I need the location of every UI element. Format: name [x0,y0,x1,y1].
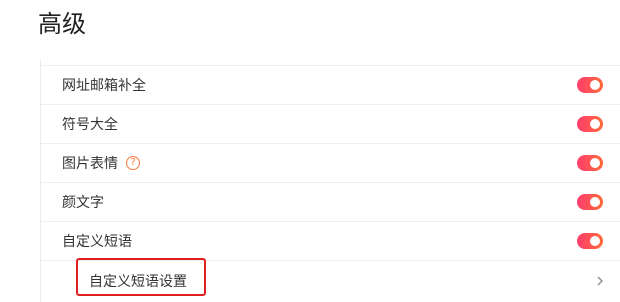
image-emoji-toggle[interactable] [577,155,603,171]
help-icon[interactable]: ? [126,156,140,170]
setting-row-custom-phrases: 自定义短语 [41,221,620,260]
setting-row-image-emoji: 图片表情 ? [41,143,620,182]
settings-panel: 网址邮箱补全 符号大全 图片表情 ? 颜文字 自定义短语 自定义短语设置 [40,60,620,302]
chevron-right-icon [597,276,603,285]
setting-label: 符号大全 [62,117,118,133]
symbols-toggle[interactable] [577,116,603,132]
custom-phrases-toggle[interactable] [577,233,603,249]
page-title: 高级 [38,10,86,38]
setting-label: 自定义短语 [62,234,132,250]
kaomoji-toggle[interactable] [577,194,603,210]
setting-row-symbols: 符号大全 [41,104,620,143]
custom-phrases-settings-link[interactable]: 自定义短语设置 [41,260,620,300]
setting-row-url-email-completion: 网址邮箱补全 [41,65,620,104]
setting-label: 颜文字 [62,195,104,211]
url-email-completion-toggle[interactable] [577,77,603,93]
setting-row-kaomoji: 颜文字 [41,182,620,221]
setting-label: 网址邮箱补全 [62,78,146,94]
sub-setting-label: 自定义短语设置 [89,273,187,290]
setting-label: 图片表情 ? [62,153,140,173]
